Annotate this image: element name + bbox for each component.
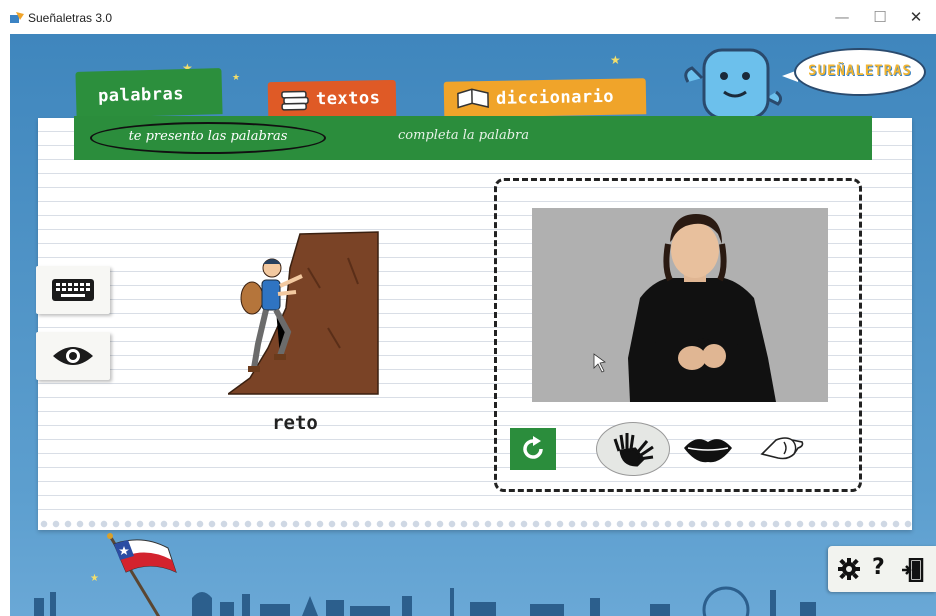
paper-torn-edge: [38, 518, 912, 530]
bottom-toolbar: ?: [828, 546, 936, 592]
sign-hands-icon: [613, 433, 654, 467]
star-decoration: ★: [610, 53, 621, 67]
eye-button[interactable]: [36, 332, 110, 380]
star-decoration: ★: [232, 73, 241, 83]
tab-textos-label: textos: [315, 88, 381, 110]
eye-icon: [53, 347, 93, 365]
exit-door-icon[interactable]: [900, 558, 924, 582]
tab-textos[interactable]: textos: [267, 79, 397, 119]
window-titlebar: Sueñaletras 3.0 — ☐ ✕: [0, 0, 936, 34]
lips-icon[interactable]: [682, 434, 734, 464]
city-skyline: [34, 586, 816, 616]
app-icon: [10, 12, 24, 23]
fingerspelling-icon[interactable]: [758, 430, 808, 466]
word-label: reto: [272, 412, 318, 434]
keyboard-button[interactable]: [36, 266, 110, 314]
replay-icon: [523, 436, 543, 459]
replay-button[interactable]: [510, 428, 556, 470]
tab-palabras[interactable]: palabras: [75, 68, 223, 118]
tab-diccionario[interactable]: diccionario: [443, 78, 647, 118]
sign-hands-button[interactable]: [596, 422, 670, 476]
book-icon: [281, 90, 309, 111]
video-signer-figure: [532, 208, 828, 402]
star-decoration: ★: [90, 573, 99, 584]
app-logo: SUEÑALETRAS: [794, 48, 926, 96]
word-illustration: [228, 231, 379, 395]
tab-palabras-label: palabras: [97, 84, 185, 107]
window-title: Sueñaletras 3.0: [28, 11, 113, 25]
tab-diccionario-label: diccionario: [495, 86, 615, 109]
mascot-character: [684, 48, 783, 120]
sign-language-video[interactable]: [532, 208, 828, 402]
maximize-button[interactable]: ☐: [860, 4, 900, 30]
book-open-icon: [457, 88, 489, 109]
minimize-button[interactable]: —: [822, 4, 862, 30]
subnav-item-completa[interactable]: completa la palabra: [398, 128, 529, 143]
app-area: ★ ★ ★ ★ SUEÑALETRAS palabras textos dicc…: [10, 34, 936, 616]
gear-icon[interactable]: [838, 558, 860, 580]
help-icon[interactable]: ?: [872, 555, 885, 580]
logo-text: SUEÑALETRAS: [808, 63, 912, 79]
close-button[interactable]: ✕: [896, 4, 936, 30]
subnav-item-label: te presento las palabras: [128, 129, 288, 144]
subnav-item-te-presento[interactable]: te presento las palabras: [90, 122, 326, 154]
keyboard-icon: [52, 279, 94, 301]
subnav-bar: te presento las palabras completa la pal…: [74, 116, 872, 160]
